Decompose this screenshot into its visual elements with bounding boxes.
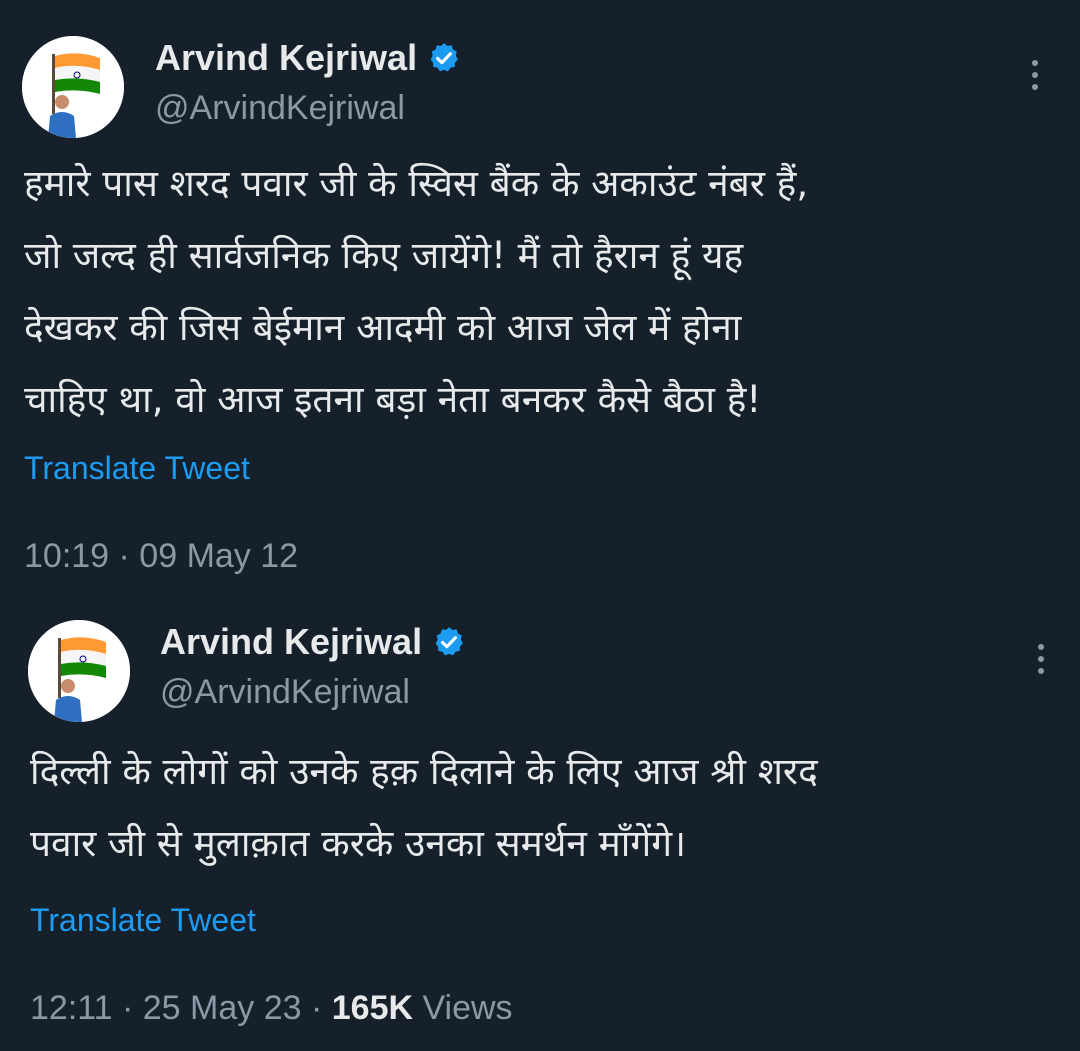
translate-tweet-link[interactable]: Translate Tweet [24,448,250,488]
more-options-icon[interactable] [1029,644,1053,674]
verified-badge-icon [430,43,458,72]
author-handle[interactable]: @ArvindKejriwal [155,88,405,128]
tweet-text: दिल्ली के लोगों को उनके हक़ दिलाने के लि… [30,750,818,865]
timestamp-text[interactable]: 10:19 · 09 May 12 [24,537,298,575]
tweet-2: Arvind Kejriwal @ArvindKejriwal दिल्ली क… [0,600,1080,1051]
more-options-icon[interactable] [1023,60,1047,90]
tweet-timestamp[interactable]: 10:19 · 09 May 12 [24,536,298,576]
author-avatar[interactable] [28,620,130,722]
avatar-image [28,620,130,722]
author-name-row[interactable]: Arvind Kejriwal [155,36,461,80]
translate-tweet-link[interactable]: Translate Tweet [30,900,256,940]
author-name-row[interactable]: Arvind Kejriwal [160,620,466,664]
views-label: Views [413,989,513,1027]
tweet-1: Arvind Kejriwal @ArvindKejriwal हमारे पा… [0,0,1080,600]
timestamp-text[interactable]: 12:11 · 25 May 23 · [30,989,332,1027]
avatar-image [22,36,124,138]
author-handle[interactable]: @ArvindKejriwal [160,672,410,712]
verified-badge-icon [435,627,463,656]
author-avatar[interactable] [22,36,124,138]
tweet-text: हमारे पास शरद पवार जी के स्विस बैंक के अ… [24,162,809,421]
tweet-meta: 12:11 · 25 May 23 · 165K Views [30,988,513,1028]
author-name[interactable]: Arvind Kejriwal [155,36,417,80]
author-name[interactable]: Arvind Kejriwal [160,620,422,664]
views-count[interactable]: 165K [332,989,413,1027]
